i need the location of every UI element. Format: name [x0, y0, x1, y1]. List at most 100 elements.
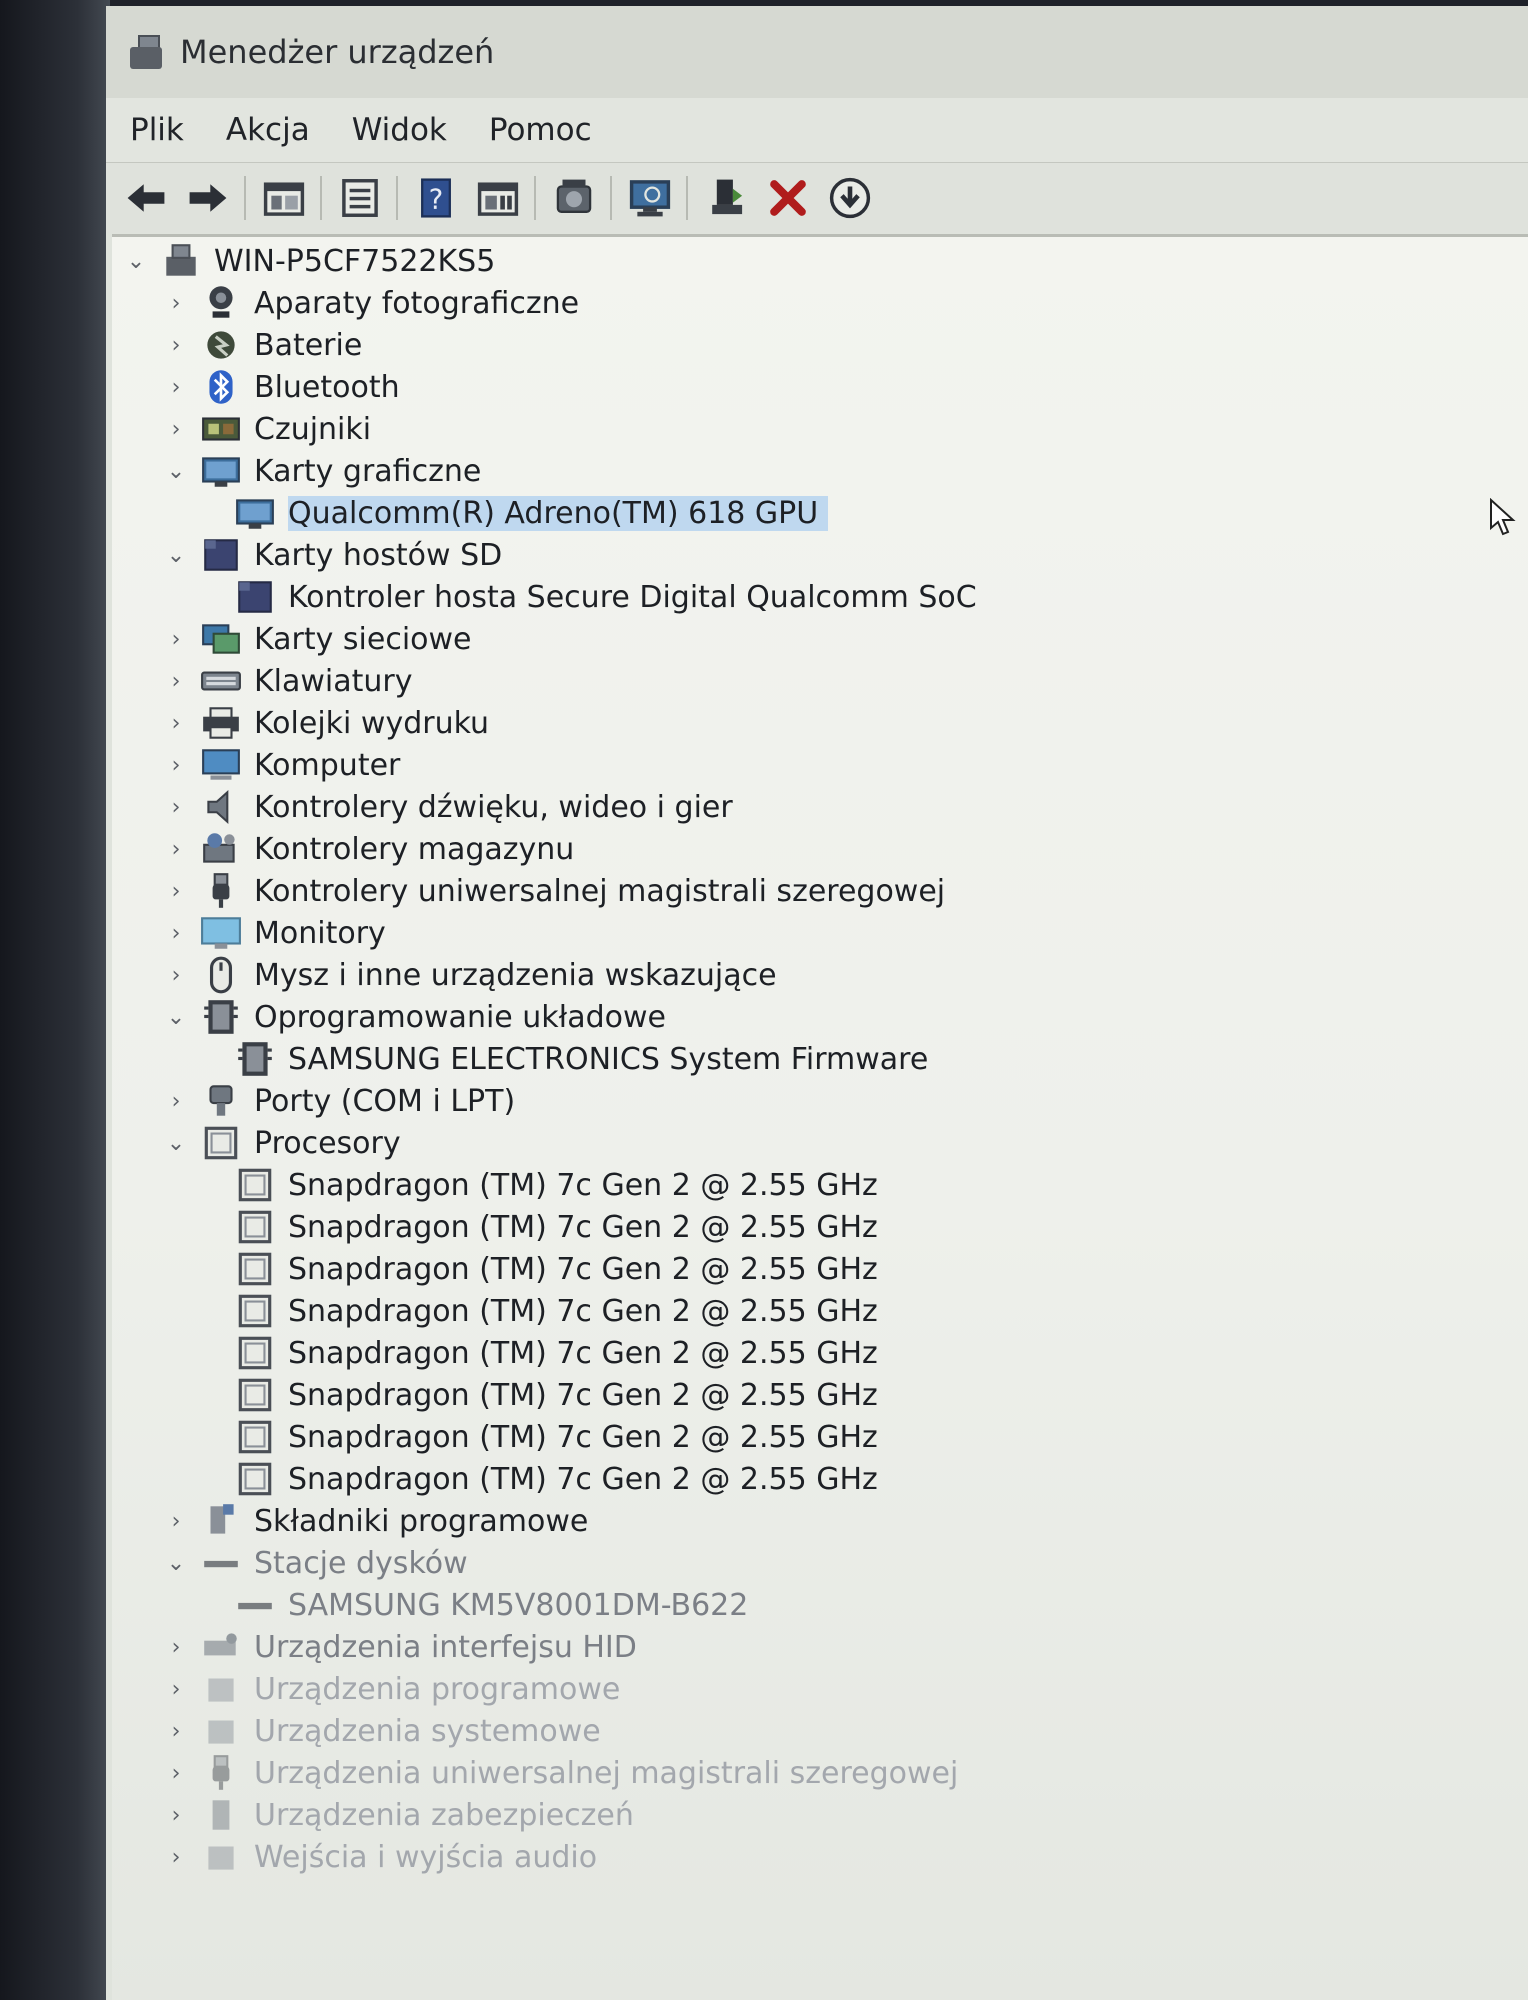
category-node[interactable]: › Kolejki wydruku	[166, 701, 489, 745]
device-node[interactable]: Snapdragon (TM) 7c Gen 2 @ 2.55 GHz	[220, 1289, 878, 1333]
device-tree[interactable]: ⌄ WIN-P5CF7522KS5 › Aparaty fotograficzne › B…	[112, 234, 1528, 2000]
update-driver-button[interactable]	[548, 172, 600, 224]
category-node[interactable]: › Kontrolery uniwersalnej magistrali szer…	[166, 869, 945, 913]
collapse-chevron-icon[interactable]: ⌄	[166, 1131, 186, 1156]
category-node[interactable]: › Urządzenia systemowe	[166, 1709, 601, 1753]
expand-chevron-icon[interactable]: ›	[166, 837, 186, 862]
category-node[interactable]: › Klawiatury	[166, 659, 413, 703]
expand-chevron-icon[interactable]: ›	[166, 1677, 186, 1702]
security-device-icon	[200, 1796, 242, 1834]
category-node[interactable]: › Porty (COM i LPT)	[166, 1079, 516, 1123]
expand-chevron-icon[interactable]: ›	[166, 291, 186, 316]
expand-chevron-icon[interactable]: ›	[166, 417, 186, 442]
expand-chevron-icon[interactable]: ›	[166, 753, 186, 778]
expand-chevron-icon[interactable]: ›	[166, 921, 186, 946]
expand-chevron-icon[interactable]: ›	[166, 333, 186, 358]
category-node[interactable]: › Urządzenia zabezpieczeń	[166, 1793, 634, 1837]
menu-help[interactable]: Pomoc	[489, 112, 592, 148]
computer-icon	[160, 242, 202, 280]
menu-view[interactable]: Widok	[352, 112, 447, 148]
help-button[interactable]: ?	[410, 172, 462, 224]
category-node[interactable]: ⌄ Karty graficzne	[166, 449, 482, 493]
category-node[interactable]: › Urządzenia uniwersalnej magistrali szer…	[166, 1751, 958, 1795]
view-icon	[477, 182, 519, 216]
enable-device-button[interactable]	[700, 172, 752, 224]
expand-chevron-icon[interactable]: ›	[166, 1761, 186, 1786]
node-label: Czujniki	[254, 411, 372, 447]
category-node[interactable]: › Karty sieciowe	[166, 617, 472, 661]
device-node[interactable]: Snapdragon (TM) 7c Gen 2 @ 2.55 GHz	[220, 1247, 878, 1291]
download-driver-button[interactable]	[824, 172, 876, 224]
expand-chevron-icon[interactable]: ›	[166, 795, 186, 820]
category-node[interactable]: › Mysz i inne urządzenia wskazujące	[166, 953, 777, 997]
port-icon	[200, 1082, 242, 1120]
expand-chevron-icon[interactable]: ›	[166, 375, 186, 400]
category-node[interactable]: › Wejścia i wyjścia audio	[166, 1835, 598, 1879]
category-node[interactable]: ⌄ Oprogramowanie układowe	[166, 995, 666, 1039]
collapse-chevron-icon[interactable]: ⌄	[166, 1551, 186, 1576]
node-label: Aparaty fotograficzne	[254, 285, 580, 321]
display-adapter-icon	[200, 452, 242, 490]
help-icon: ?	[421, 178, 451, 218]
view-button[interactable]	[472, 172, 524, 224]
forward-button[interactable]	[182, 172, 234, 224]
expand-chevron-icon[interactable]: ›	[166, 669, 186, 694]
device-node[interactable]: Snapdragon (TM) 7c Gen 2 @ 2.55 GHz	[220, 1457, 878, 1501]
network-icon	[200, 620, 242, 658]
uninstall-device-button[interactable]	[762, 172, 814, 224]
system-device-icon	[200, 1712, 242, 1750]
collapse-chevron-icon[interactable]: ⌄	[126, 249, 146, 274]
collapse-chevron-icon[interactable]: ⌄	[166, 1005, 186, 1030]
device-node[interactable]: Snapdragon (TM) 7c Gen 2 @ 2.55 GHz	[220, 1163, 878, 1207]
category-node[interactable]: › Kontrolery magazynu	[166, 827, 575, 871]
mouse-pointer-icon	[1490, 498, 1516, 536]
expand-chevron-icon[interactable]: ›	[166, 879, 186, 904]
device-node[interactable]: SAMSUNG ELECTRONICS System Firmware	[220, 1037, 928, 1081]
category-node[interactable]: › Urządzenia programowe	[166, 1667, 621, 1711]
expand-chevron-icon[interactable]: ›	[166, 1803, 186, 1828]
device-node[interactable]: Snapdragon (TM) 7c Gen 2 @ 2.55 GHz	[220, 1331, 878, 1375]
show-hide-console-tree-button[interactable]	[258, 172, 310, 224]
category-node[interactable]: › Składniki programowe	[166, 1499, 589, 1543]
category-node[interactable]: ⌄ Procesory	[166, 1121, 401, 1165]
back-button[interactable]	[120, 172, 172, 224]
expand-chevron-icon[interactable]: ›	[166, 1719, 186, 1744]
collapse-chevron-icon[interactable]: ⌄	[166, 459, 186, 484]
device-node[interactable]: Qualcomm(R) Adreno(TM) 618 GPU	[220, 491, 829, 535]
expand-chevron-icon[interactable]: ›	[166, 627, 186, 652]
expand-chevron-icon[interactable]: ›	[166, 1845, 186, 1870]
menu-file[interactable]: Plik	[130, 112, 184, 148]
category-node[interactable]: › Komputer	[166, 743, 401, 787]
expand-chevron-icon[interactable]: ›	[166, 711, 186, 736]
disk-drive-icon	[234, 1586, 276, 1624]
monitor-icon	[200, 914, 242, 952]
node-label: Qualcomm(R) Adreno(TM) 618 GPU	[288, 495, 829, 531]
category-node[interactable]: ⌄ Stacje dysków	[166, 1541, 468, 1585]
device-node[interactable]: Snapdragon (TM) 7c Gen 2 @ 2.55 GHz	[220, 1415, 878, 1459]
properties-button[interactable]	[334, 172, 386, 224]
title-bar[interactable]: Menedżer urządzeń	[106, 6, 1528, 98]
root-computer-node[interactable]: ⌄ WIN-P5CF7522KS5	[126, 239, 496, 283]
category-node[interactable]: › Urządzenia interfejsu HID	[166, 1625, 637, 1669]
category-node[interactable]: › Baterie	[166, 323, 363, 367]
category-node[interactable]: › Bluetooth	[166, 365, 400, 409]
category-node[interactable]: › Czujniki	[166, 407, 372, 451]
device-node[interactable]: Kontroler hosta Secure Digital Qualcomm …	[220, 575, 977, 619]
collapse-chevron-icon[interactable]: ⌄	[166, 543, 186, 568]
category-node[interactable]: › Aparaty fotograficzne	[166, 281, 580, 325]
expand-chevron-icon[interactable]: ›	[166, 1089, 186, 1114]
category-node[interactable]: ⌄ Karty hostów SD	[166, 533, 502, 577]
expand-chevron-icon[interactable]: ›	[166, 1635, 186, 1660]
toolbar-separator	[396, 176, 398, 220]
device-node[interactable]: Snapdragon (TM) 7c Gen 2 @ 2.55 GHz	[220, 1373, 878, 1417]
device-node[interactable]: Snapdragon (TM) 7c Gen 2 @ 2.55 GHz	[220, 1205, 878, 1249]
expand-chevron-icon[interactable]: ›	[166, 1509, 186, 1534]
software-component-icon	[200, 1502, 242, 1540]
device-node[interactable]: SAMSUNG KM5V8001DM-B622	[220, 1583, 748, 1627]
menu-action[interactable]: Akcja	[226, 112, 310, 148]
expand-chevron-icon[interactable]: ›	[166, 963, 186, 988]
category-node[interactable]: › Kontrolery dźwięku, wideo i gier	[166, 785, 733, 829]
category-node[interactable]: › Monitory	[166, 911, 386, 955]
scan-hardware-button[interactable]	[624, 172, 676, 224]
usb-icon	[200, 1754, 242, 1792]
